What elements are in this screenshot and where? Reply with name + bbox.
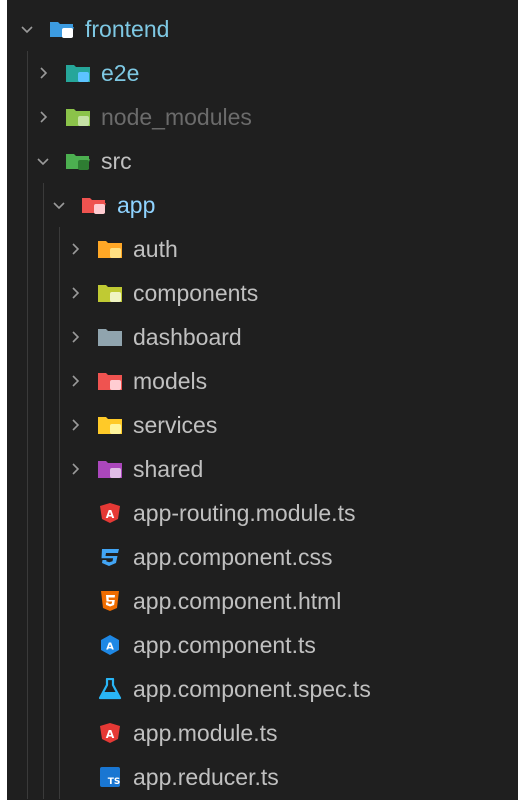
svg-text:A: A xyxy=(106,642,114,653)
folder-app-icon xyxy=(81,194,107,216)
tree-item-label: app.component.html xyxy=(133,588,342,614)
svg-text:A: A xyxy=(106,508,115,521)
tree-file-app-reducer-ts[interactable]: TS app.reducer.ts xyxy=(7,755,518,799)
tree-item-label: app xyxy=(117,192,156,218)
tree-folder-src[interactable]: src xyxy=(7,139,518,183)
tree-folder-dashboard[interactable]: dashboard xyxy=(7,315,518,359)
folder-models-icon xyxy=(97,370,123,392)
tree-file-app-component-css[interactable]: app.component.css xyxy=(7,535,518,579)
tree-item-label: app.component.spec.ts xyxy=(133,676,371,702)
tree-item-label: app.component.css xyxy=(133,544,333,570)
tree-item-label: shared xyxy=(133,456,204,482)
tree-folder-auth[interactable]: auth xyxy=(7,227,518,271)
tree-item-label: app.module.ts xyxy=(133,720,278,746)
tree-item-label: e2e xyxy=(101,60,140,86)
tree-item-label: dashboard xyxy=(133,324,242,350)
folder-e2e-icon xyxy=(65,62,91,84)
tree-item-label: frontend xyxy=(85,16,170,42)
tree-folder-e2e[interactable]: e2e xyxy=(7,51,518,95)
tree-item-label: node_modules xyxy=(101,104,252,130)
html-icon xyxy=(97,590,123,612)
folder-src-icon xyxy=(65,150,91,172)
tree-folder-components[interactable]: components xyxy=(7,271,518,315)
tree-item-label: app.component.ts xyxy=(133,632,316,658)
chevron-right-icon[interactable] xyxy=(67,461,83,477)
tree-file-app-module-ts[interactable]: Aapp.module.ts xyxy=(7,711,518,755)
chevron-right-icon[interactable] xyxy=(67,285,83,301)
tree-item-label: components xyxy=(133,280,259,306)
typescript-icon: TS xyxy=(97,766,123,788)
test-flask-icon xyxy=(97,678,123,700)
tree-item-label: src xyxy=(101,148,132,174)
chevron-right-icon[interactable] xyxy=(67,329,83,345)
chevron-right-icon[interactable] xyxy=(35,65,51,81)
indent-guide xyxy=(27,51,28,799)
folder-icon xyxy=(97,326,123,348)
tree-folder-models[interactable]: models xyxy=(7,359,518,403)
tree-file-app-routing-module-ts[interactable]: Aapp-routing.module.ts xyxy=(7,491,518,535)
svg-text:A: A xyxy=(106,728,115,741)
tree-item-label: auth xyxy=(133,236,178,262)
css-icon xyxy=(97,546,123,568)
indent-guide xyxy=(59,227,60,799)
angular-icon: A xyxy=(97,722,123,744)
folder-components-icon xyxy=(97,282,123,304)
tree-item-label: app-routing.module.ts xyxy=(133,500,356,526)
folder-services-icon xyxy=(97,414,123,436)
chevron-down-icon[interactable] xyxy=(51,197,67,213)
svg-text:TS: TS xyxy=(108,777,121,787)
folder-shared-icon xyxy=(97,458,123,480)
tree-item-label: models xyxy=(133,368,208,394)
indent-guide xyxy=(43,183,44,799)
file-explorer-tree: frontend e2e node_modulessrc app auth compone… xyxy=(7,0,518,800)
tree-file-app-component-ts[interactable]: Aapp.component.ts xyxy=(7,623,518,667)
chevron-down-icon[interactable] xyxy=(19,21,35,37)
chevron-down-icon[interactable] xyxy=(35,153,51,169)
tree-folder-app[interactable]: app xyxy=(7,183,518,227)
angular-icon: A xyxy=(97,502,123,524)
folder-node-icon xyxy=(65,106,91,128)
angular-component-icon: A xyxy=(97,634,123,656)
chevron-right-icon[interactable] xyxy=(67,241,83,257)
tree-item-label: services xyxy=(133,412,218,438)
folder-frontend-icon xyxy=(49,18,75,40)
tree-folder-shared[interactable]: shared xyxy=(7,447,518,491)
tree-item-label: app.reducer.ts xyxy=(133,764,279,790)
folder-auth-icon xyxy=(97,238,123,260)
tree-folder-services[interactable]: services xyxy=(7,403,518,447)
tree-folder-node-modules[interactable]: node_modules xyxy=(7,95,518,139)
chevron-right-icon[interactable] xyxy=(67,373,83,389)
tree-file-app-component-html[interactable]: app.component.html xyxy=(7,579,518,623)
tree-folder-frontend[interactable]: frontend xyxy=(7,7,518,51)
tree-file-app-component-spec-ts[interactable]: app.component.spec.ts xyxy=(7,667,518,711)
chevron-right-icon[interactable] xyxy=(67,417,83,433)
chevron-right-icon[interactable] xyxy=(35,109,51,125)
